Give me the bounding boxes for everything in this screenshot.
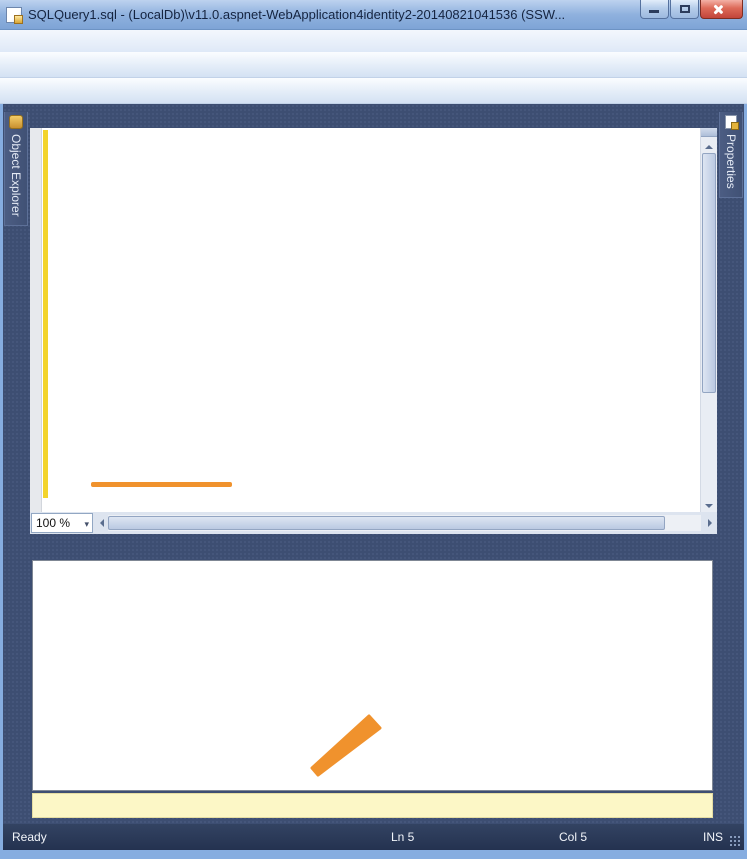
close-button[interactable] — [700, 0, 743, 19]
object-explorer-icon — [9, 115, 23, 129]
editor-bottom-bar: 100 % — [30, 512, 717, 534]
chevron-down-icon — [84, 516, 89, 530]
title-bar: SQLQuery1.sql - (LocalDb)\v11.0.aspnet-W… — [0, 0, 747, 30]
editor-horizontal-scrollbar[interactable] — [108, 515, 701, 531]
object-explorer-label: Object Explorer — [9, 134, 23, 217]
standard-toolbar — [0, 52, 747, 78]
editor-vertical-scrollbar[interactable] — [700, 128, 717, 512]
app-icon — [6, 6, 23, 24]
status-line: Ln 5 — [391, 830, 415, 844]
minimize-button[interactable] — [640, 0, 669, 19]
maximize-button[interactable] — [670, 0, 699, 19]
scroll-thumb[interactable] — [702, 153, 716, 393]
splitter-handle[interactable] — [701, 128, 717, 137]
document-tab-strip — [30, 104, 717, 128]
status-bar: Ready Ln 5 Col 5 INS — [3, 824, 744, 850]
window-title: SQLQuery1.sql - (LocalDb)\v11.0.aspnet-W… — [28, 7, 566, 22]
resize-grip[interactable] — [729, 835, 741, 847]
status-column: Col 5 — [559, 830, 588, 844]
properties-icon — [725, 115, 739, 130]
properties-label: Properties — [724, 134, 738, 189]
indicator-margin — [30, 128, 42, 512]
scroll-left-icon[interactable] — [93, 515, 108, 531]
scroll-up-icon[interactable] — [701, 137, 717, 151]
zoom-select[interactable]: 100 % — [31, 513, 93, 533]
sql-editor[interactable] — [30, 128, 717, 512]
scroll-right-icon[interactable] — [702, 515, 717, 531]
sql-editor-toolbar — [0, 78, 747, 104]
object-explorer-tab[interactable]: Object Explorer — [4, 112, 28, 226]
zoom-value: 100 % — [36, 516, 71, 530]
status-ready: Ready — [12, 830, 47, 844]
query-status-strip — [32, 793, 713, 818]
scroll-down-icon[interactable] — [701, 498, 717, 512]
results-panel — [32, 560, 713, 791]
status-insert-mode[interactable]: INS — [703, 830, 723, 844]
scroll-thumb[interactable] — [108, 516, 666, 530]
change-tracking-bar — [43, 130, 48, 498]
properties-tab[interactable]: Properties — [719, 112, 743, 198]
ssms-window: SQLQuery1.sql - (LocalDb)\v11.0.aspnet-W… — [0, 0, 747, 859]
menu-bar — [0, 30, 747, 52]
